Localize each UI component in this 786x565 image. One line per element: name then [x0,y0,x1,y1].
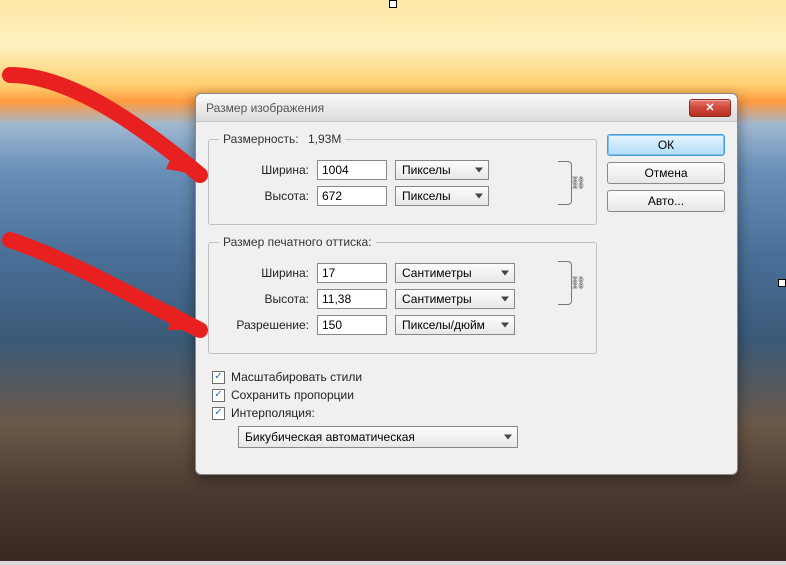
px-height-label: Высота: [219,189,309,203]
px-height-input[interactable] [317,186,387,206]
px-height-unit-select[interactable]: Пикселы [395,186,489,206]
scale-styles-checkbox[interactable]: ✓ [212,371,225,384]
constrain-proportions-label: Сохранить пропорции [231,388,354,402]
print-height-label: Высота: [219,292,309,306]
pixel-dim-legend: Размерность: 1,93M [219,132,345,146]
close-button[interactable]: ✕ [689,99,731,117]
ok-button[interactable]: ОК [607,134,725,156]
constrain-proportions-checkbox[interactable]: ✓ [212,389,225,402]
image-size-dialog: Размер изображения ✕ Размерность: 1,93M … [195,93,738,475]
interpolation-label: Интерполяция: [231,406,315,420]
cancel-button[interactable]: Отмена [607,162,725,184]
interpolation-method-select[interactable]: Бикубическая автоматическая [238,426,518,448]
print-dim-legend: Размер печатного оттиска: [219,235,376,249]
interpolation-checkbox[interactable]: ✓ [212,407,225,420]
auto-button[interactable]: Авто... [607,190,725,212]
print-height-unit-select[interactable]: Сантиметры [395,289,515,309]
px-width-input[interactable] [317,160,387,180]
scale-styles-label: Масштабировать стили [231,370,362,384]
close-icon: ✕ [705,101,714,114]
crop-handle-right[interactable] [778,279,786,287]
print-dimensions-group: Размер печатного оттиска: Ширина: Сантим… [208,235,597,354]
print-height-input[interactable] [317,289,387,309]
print-width-label: Ширина: [219,266,309,280]
dialog-titlebar[interactable]: Размер изображения ✕ [196,94,737,122]
print-width-unit-select[interactable]: Сантиметры [395,263,515,283]
crop-handle-top[interactable] [389,0,397,8]
chain-link-icon[interactable]: ⛓ [570,174,586,192]
chain-link-icon[interactable]: ⛓ [570,274,586,292]
resolution-label: Разрешение: [219,318,309,332]
pixel-dimensions-group: Размерность: 1,93M Ширина: Пикселы [208,132,597,225]
px-width-unit-select[interactable]: Пикселы [395,160,489,180]
resolution-unit-select[interactable]: Пикселы/дюйм [395,315,515,335]
pixel-dim-size: 1,93M [308,132,341,146]
print-width-input[interactable] [317,263,387,283]
px-width-label: Ширина: [219,163,309,177]
resolution-input[interactable] [317,315,387,335]
dialog-title: Размер изображения [206,101,689,115]
canvas-bottom-edge [0,561,786,565]
